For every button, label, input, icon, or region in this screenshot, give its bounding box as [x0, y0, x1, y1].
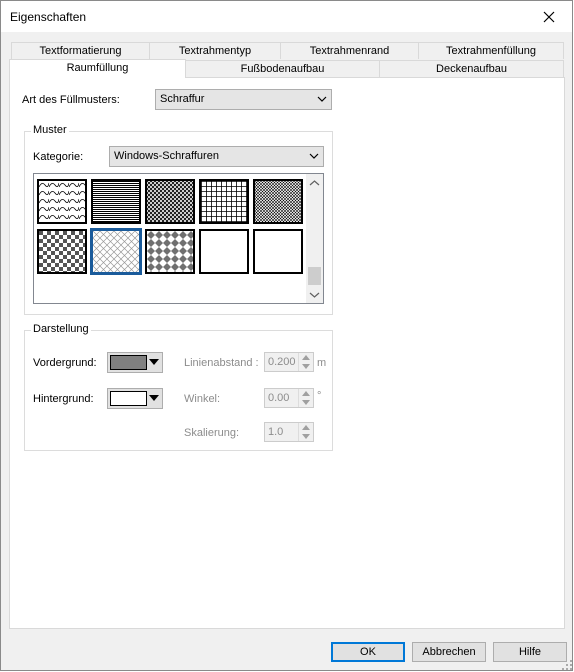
spin-up-icon[interactable] [302, 425, 310, 430]
spinner-buttons[interactable] [298, 389, 313, 407]
pattern-swatch-selected[interactable] [90, 228, 142, 275]
scroll-down-icon[interactable] [309, 291, 320, 299]
pattern-swatch[interactable] [37, 179, 87, 224]
scale-label: Skalierung: [184, 427, 240, 439]
foreground-label: Vordergrund: [33, 357, 97, 369]
pattern-swatch[interactable] [91, 179, 141, 224]
fill-type-select[interactable]: Schraffur [155, 89, 332, 110]
ok-button[interactable]: OK [331, 642, 405, 662]
foreground-color-sample [110, 355, 147, 370]
scale-value: 1.0 [268, 426, 284, 438]
scroll-thumb[interactable] [308, 267, 321, 285]
pattern-list [33, 173, 324, 304]
spin-up-icon[interactable] [302, 355, 310, 360]
spacing-unit: m [317, 357, 327, 369]
angle-unit: ° [317, 390, 322, 402]
category-value: Windows-Schraffuren [114, 150, 219, 162]
pattern-swatch[interactable] [145, 229, 195, 274]
help-button[interactable]: Hilfe [493, 642, 567, 662]
pattern-scrollbar[interactable] [306, 174, 323, 303]
cancel-button[interactable]: Abbrechen [412, 642, 486, 662]
spin-up-icon[interactable] [302, 391, 310, 396]
spinner-buttons[interactable] [298, 423, 313, 441]
dropdown-triangle-icon [149, 359, 159, 365]
angle-value: 0.00 [268, 392, 290, 404]
resize-grip-icon[interactable] [562, 660, 572, 670]
background-color-sample [110, 391, 147, 406]
spacing-spinner[interactable]: 0.200 [264, 352, 314, 372]
fill-type-label: Art des Füllmusters: [22, 94, 120, 106]
spin-down-icon[interactable] [302, 434, 310, 439]
foreground-color-picker[interactable] [107, 352, 163, 373]
category-label: Kategorie: [33, 151, 84, 163]
darstellung-group-title: Darstellung [31, 323, 91, 335]
dropdown-triangle-icon [149, 395, 159, 401]
background-color-picker[interactable] [107, 388, 163, 409]
pattern-swatch[interactable] [199, 179, 249, 224]
pattern-swatch[interactable] [253, 229, 303, 274]
chevron-down-icon [309, 153, 319, 159]
pattern-swatch[interactable] [199, 229, 249, 274]
category-select[interactable]: Windows-Schraffuren [109, 146, 324, 167]
scale-spinner[interactable]: 1.0 [264, 422, 314, 442]
pattern-swatch[interactable] [145, 179, 195, 224]
spacing-label: Linienabstand : [184, 357, 259, 369]
spacing-value: 0.200 [268, 356, 296, 368]
spin-down-icon[interactable] [302, 400, 310, 405]
pattern-swatch[interactable] [253, 179, 303, 224]
background-label: Hintergrund: [33, 393, 94, 405]
muster-group-title: Muster [31, 124, 69, 136]
spin-down-icon[interactable] [302, 364, 310, 369]
chevron-down-icon [317, 96, 327, 102]
angle-label: Winkel: [184, 393, 221, 405]
fill-type-value: Schraffur [160, 93, 205, 105]
angle-spinner[interactable]: 0.00 [264, 388, 314, 408]
spinner-buttons[interactable] [298, 353, 313, 371]
scroll-up-icon[interactable] [309, 179, 320, 187]
pattern-swatch[interactable] [37, 229, 87, 274]
